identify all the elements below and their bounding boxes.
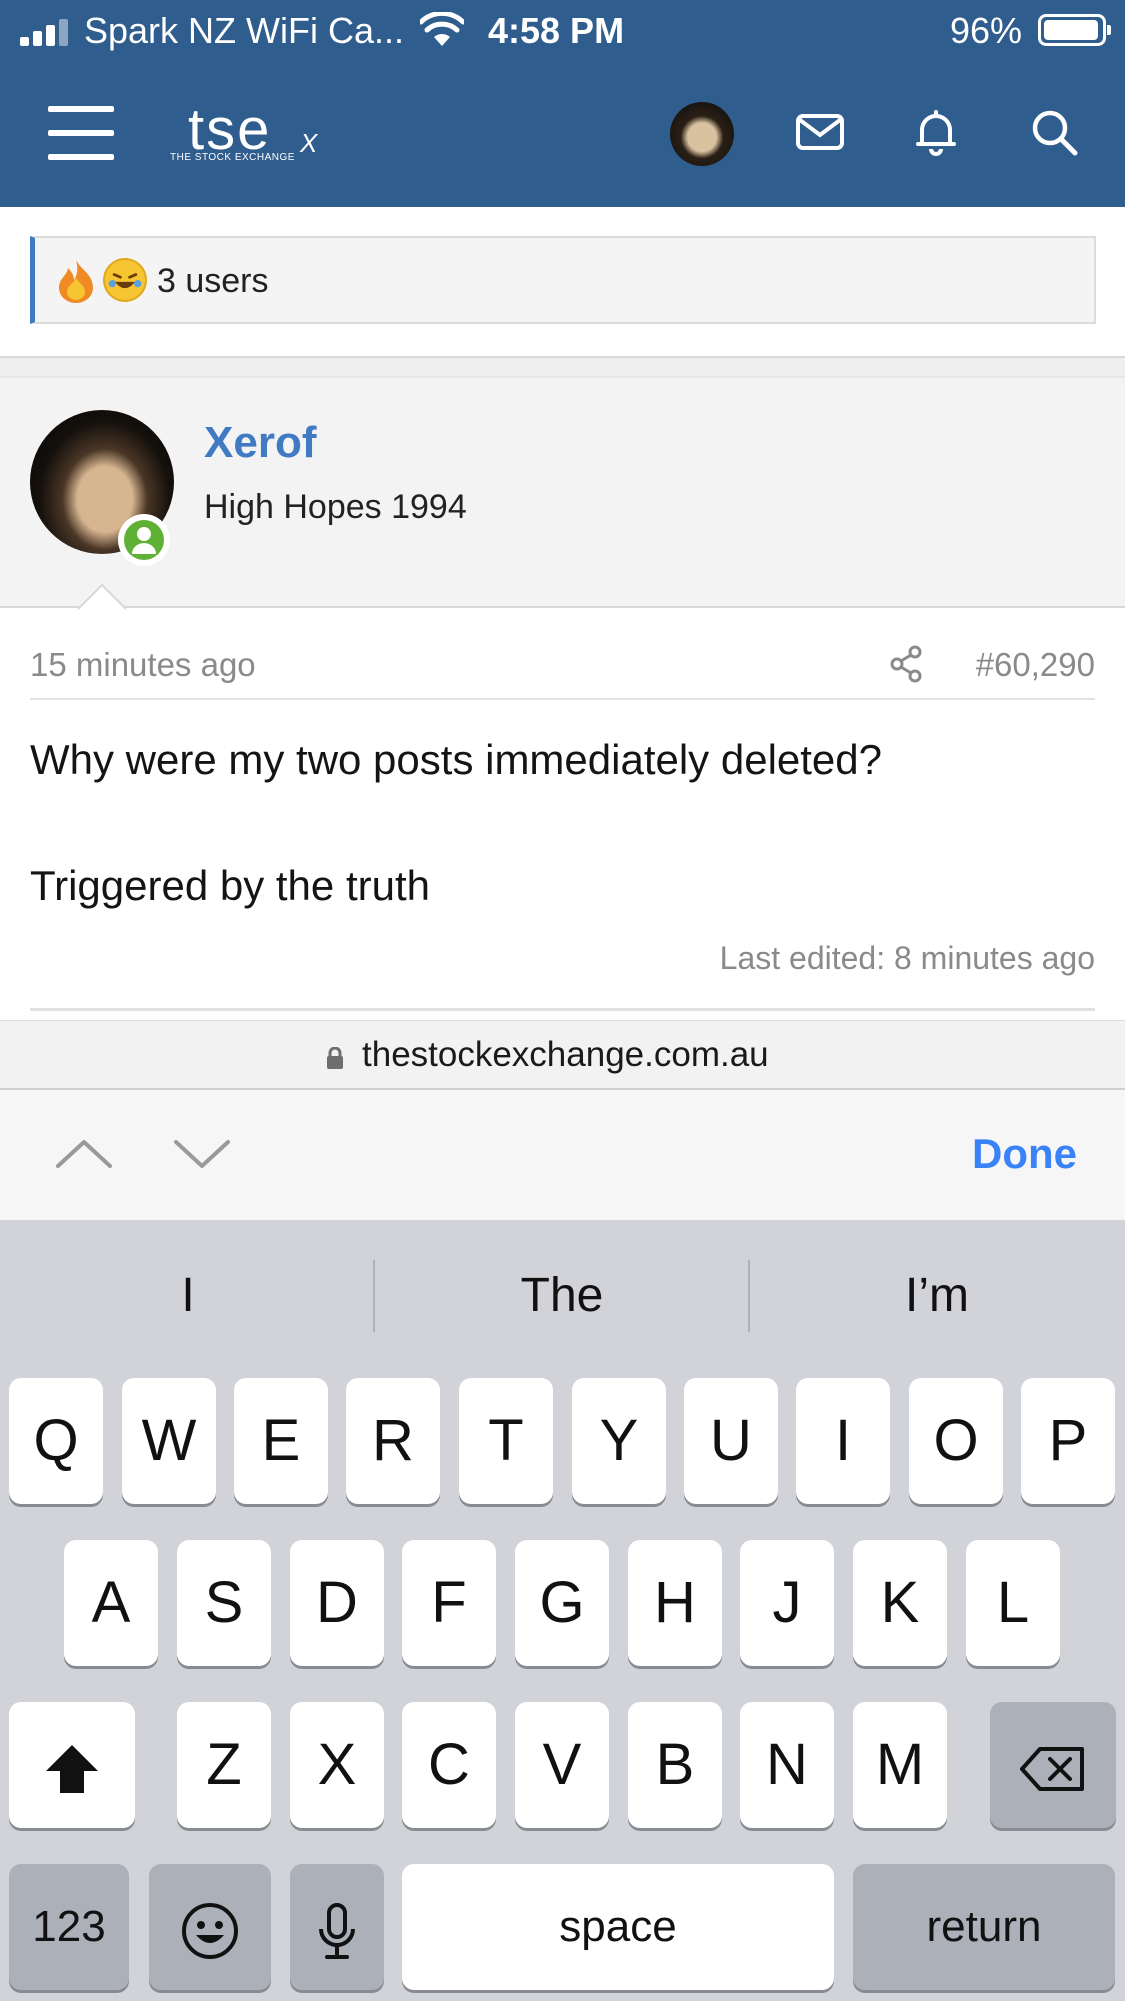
fire-icon <box>59 260 93 303</box>
clock: 4:58 PM <box>488 10 625 51</box>
key[interactable]: O <box>909 1378 1003 1504</box>
key[interactable]: N <box>740 1702 834 1828</box>
suggestion[interactable]: I <box>2 1258 374 1334</box>
logo-tagline: THE STOCK EXCHANGE <box>170 152 295 163</box>
key[interactable]: M <box>853 1702 947 1828</box>
search-icon[interactable] <box>1026 104 1082 160</box>
laughing-icon <box>103 258 147 302</box>
suggestion[interactable]: The <box>376 1258 748 1334</box>
key[interactable]: Y <box>572 1378 666 1504</box>
battery-percent: 96% <box>950 10 1023 51</box>
chevron-down-icon[interactable] <box>172 1134 232 1174</box>
key[interactable]: V <box>515 1702 609 1828</box>
done-button[interactable]: Done <box>972 1130 1077 1178</box>
key[interactable]: F <box>402 1540 496 1666</box>
post-meta: 15 minutes ago #60,290 <box>30 640 1095 700</box>
post-timestamp[interactable]: 15 minutes ago <box>30 646 256 684</box>
predictive-bar: I The I’m <box>0 1220 1125 1370</box>
keyboard: I The I’m Q W E R T Y U I O P A S D F G … <box>0 1220 1125 2001</box>
user-avatar[interactable] <box>670 102 734 166</box>
post-separator <box>0 356 1125 378</box>
key[interactable]: W <box>122 1378 216 1504</box>
post-body-line: Triggered by the truth <box>30 862 430 909</box>
emoji-icon <box>182 1902 238 1959</box>
suggestion[interactable]: I’m <box>751 1258 1123 1334</box>
cellular-signal-icon <box>20 18 76 46</box>
suggestion-divider <box>373 1260 375 1332</box>
shift-icon <box>46 1744 98 1793</box>
key[interactable]: T <box>459 1378 553 1504</box>
key[interactable]: B <box>628 1702 722 1828</box>
key[interactable]: D <box>290 1540 384 1666</box>
battery-level-fill <box>1044 20 1098 40</box>
microphone-icon <box>319 1902 355 1959</box>
key[interactable]: J <box>740 1540 834 1666</box>
key[interactable]: S <box>177 1540 271 1666</box>
suggestion-divider <box>748 1260 750 1332</box>
post-body-line: Why were my two posts immediately delete… <box>30 736 882 783</box>
numbers-key[interactable]: 123 <box>9 1864 129 1990</box>
key[interactable]: X <box>290 1702 384 1828</box>
url-text: thestockexchange.com.au <box>362 1035 769 1074</box>
delete-key[interactable] <box>990 1702 1116 1828</box>
menu-icon[interactable] <box>48 106 114 160</box>
return-key[interactable]: return <box>853 1864 1115 1990</box>
shift-key[interactable] <box>9 1702 135 1828</box>
key[interactable]: C <box>402 1702 496 1828</box>
key[interactable]: K <box>853 1540 947 1666</box>
logo-x-mark: X <box>300 128 318 158</box>
key[interactable]: U <box>684 1378 778 1504</box>
top-header: Spark NZ WiFi Ca... 4:58 PM 96% tse X TH… <box>0 0 1125 207</box>
author-title: High Hopes 1994 <box>204 488 467 526</box>
key[interactable]: R <box>346 1378 440 1504</box>
backspace-icon <box>1020 1746 1084 1791</box>
battery-icon <box>1038 14 1111 46</box>
key[interactable]: E <box>234 1378 328 1504</box>
reactions-count: 3 users <box>157 262 269 300</box>
author-name[interactable]: Xerof <box>204 418 316 468</box>
reactions-bar[interactable]: 3 users <box>30 236 1096 324</box>
key[interactable]: G <box>515 1540 609 1666</box>
key[interactable]: A <box>64 1540 158 1666</box>
carrier-name: Spark NZ WiFi Ca... <box>84 10 405 51</box>
dictation-key[interactable] <box>290 1864 384 1990</box>
post-author: Xerof High Hopes 1994 <box>0 378 1125 608</box>
status-bar: Spark NZ WiFi Ca... 4:58 PM 96% <box>0 0 1125 60</box>
online-status-icon <box>118 514 170 566</box>
form-assistant-bar: Done <box>0 1090 1125 1220</box>
lock-icon <box>327 1047 343 1069</box>
key[interactable]: I <box>796 1378 890 1504</box>
wifi-icon <box>420 12 464 46</box>
author-pointer <box>78 584 126 610</box>
space-key[interactable]: space <box>402 1864 834 1990</box>
site-nav: tse X THE STOCK EXCHANGE <box>0 60 1125 207</box>
key[interactable]: Q <box>9 1378 103 1504</box>
key[interactable]: Z <box>177 1702 271 1828</box>
url-bar[interactable]: thestockexchange.com.au <box>0 1020 1125 1090</box>
bell-icon[interactable] <box>908 104 964 160</box>
key[interactable]: P <box>1021 1378 1115 1504</box>
post-number[interactable]: #60,290 <box>976 646 1095 684</box>
site-logo[interactable]: tse X THE STOCK EXCHANGE <box>170 96 330 168</box>
share-icon[interactable] <box>888 644 924 684</box>
emoji-key[interactable] <box>149 1864 271 1990</box>
key[interactable]: L <box>966 1540 1060 1666</box>
post-divider <box>30 1008 1095 1011</box>
last-edited: Last edited: 8 minutes ago <box>719 940 1095 976</box>
key[interactable]: H <box>628 1540 722 1666</box>
envelope-icon[interactable] <box>792 104 848 160</box>
chevron-up-icon[interactable] <box>54 1134 114 1174</box>
